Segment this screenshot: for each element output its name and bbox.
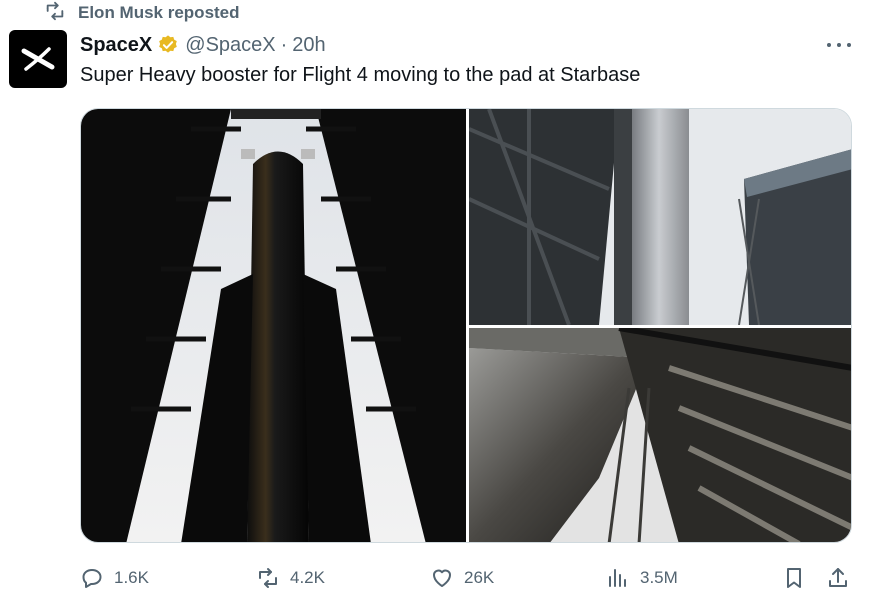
separator: ·: [280, 33, 288, 56]
like-icon: [433, 569, 451, 587]
reply-icon: [82, 569, 102, 588]
repost-button[interactable]: 4.2K: [256, 563, 325, 593]
photo-boosters-from-below[interactable]: [469, 328, 851, 542]
photo-booster-beside-building[interactable]: [469, 109, 851, 325]
tweet-timestamp[interactable]: 20h: [292, 34, 325, 57]
more-options-icon[interactable]: [824, 35, 854, 55]
media-grid: [80, 108, 852, 543]
author-handle[interactable]: @SpaceX: [185, 34, 275, 57]
reply-button[interactable]: 1.6K: [80, 563, 149, 593]
share-button[interactable]: [826, 563, 850, 593]
spacex-x-logo-icon: [21, 47, 55, 71]
views-button[interactable]: 3.5M: [606, 563, 678, 593]
reply-count: 1.6K: [114, 568, 149, 587]
avatar[interactable]: [9, 30, 67, 88]
views-count: 3.5M: [640, 568, 678, 587]
share-icon: [829, 568, 847, 587]
views-icon: [609, 569, 626, 587]
author-name[interactable]: SpaceX: [80, 34, 152, 57]
repost-banner-text[interactable]: Elon Musk reposted: [78, 3, 240, 23]
tweet-text: Super Heavy booster for Flight 4 moving …: [80, 64, 641, 86]
photo-booster-between-tower-beams[interactable]: [81, 109, 466, 542]
tweet-header: SpaceX @SpaceX · 20h: [80, 31, 326, 59]
repost-count: 4.2K: [290, 568, 325, 587]
bookmark-button[interactable]: [782, 563, 806, 593]
like-button[interactable]: 26K: [430, 563, 494, 593]
tweet-actions: 1.6K 4.2K 26K 3.5M: [0, 563, 870, 593]
repost-icon: [44, 0, 66, 27]
like-count: 26K: [464, 568, 495, 587]
verified-badge-icon[interactable]: [157, 34, 179, 56]
repost-banner[interactable]: Elon Musk reposted: [44, 0, 240, 27]
bookmark-icon: [787, 568, 801, 588]
repost-icon: [259, 568, 277, 588]
